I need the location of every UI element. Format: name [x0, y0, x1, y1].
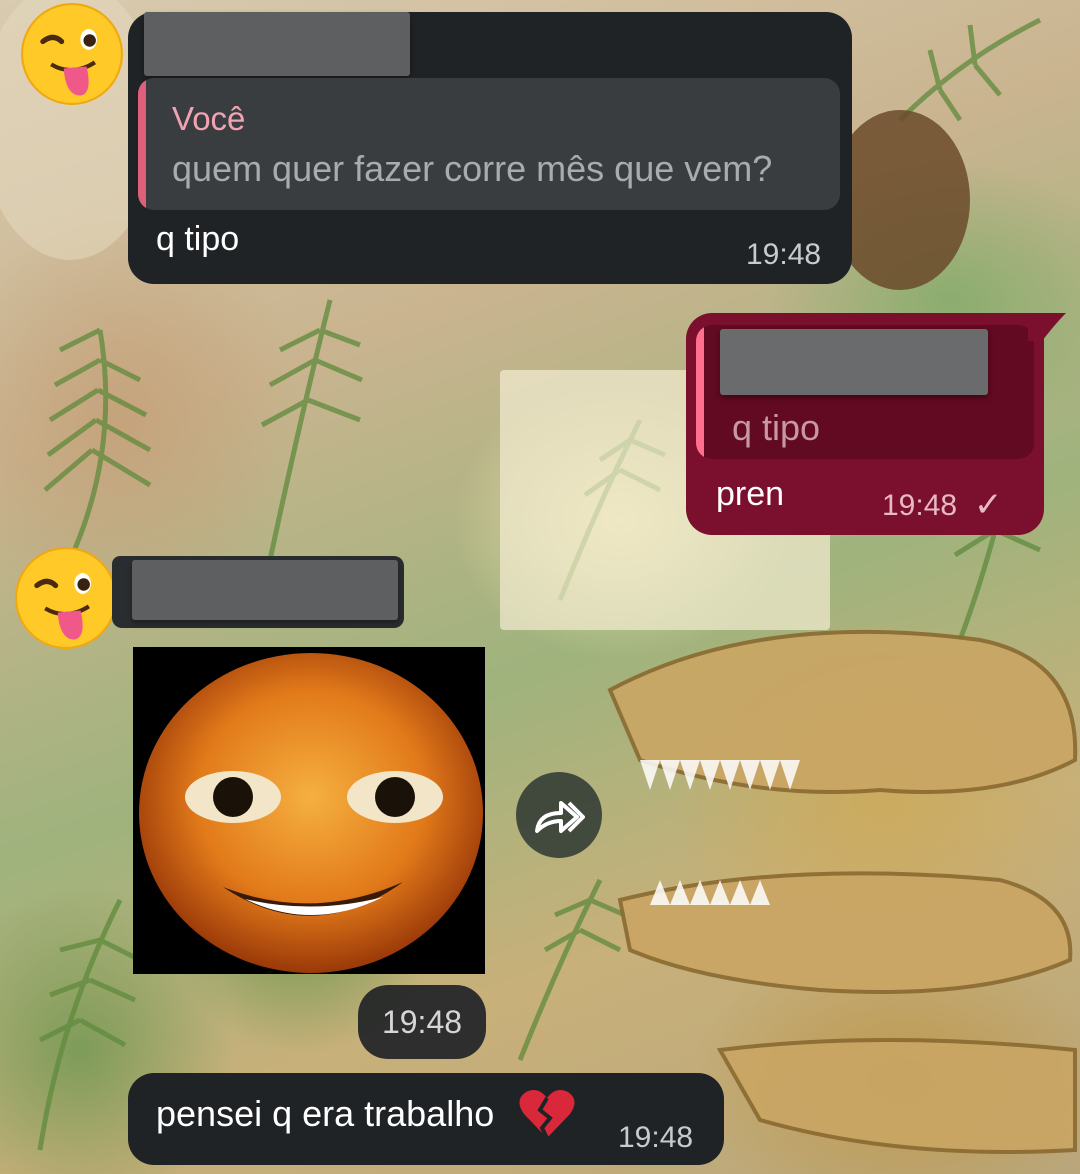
quoted-sender-name-redacted: [720, 329, 988, 395]
message-time: 19:48: [746, 238, 822, 271]
incoming-message-bubble[interactable]: Você quem quer fazer corre mês que vem? …: [128, 12, 852, 284]
contact-avatar[interactable]: [14, 546, 118, 650]
contact-avatar[interactable]: [20, 2, 124, 106]
message-time: 19:48: [882, 489, 958, 522]
reply-quote-bar: [696, 325, 704, 459]
reply-quote-bar: [138, 78, 146, 210]
read-check-icon: ✓: [974, 486, 1003, 524]
reply-quote-text: quem quer fazer corre mês que vem?: [172, 148, 773, 189]
image-message[interactable]: [133, 647, 485, 974]
sender-name-header: [112, 556, 404, 628]
sender-name-redacted: [144, 12, 410, 76]
reply-quote-author: Você: [172, 100, 246, 137]
message-text: q tipo: [156, 220, 240, 258]
image-time-badge: 19:48: [358, 985, 486, 1059]
incoming-message-bubble[interactable]: pensei q era trabalho 19:48: [128, 1073, 724, 1165]
reply-quote[interactable]: Você quem quer fazer corre mês que vem?: [138, 78, 840, 210]
outgoing-message-bubble[interactable]: q tipo pren 19:48 ✓: [686, 313, 1044, 535]
forward-button[interactable]: [516, 772, 602, 858]
sender-name-redacted: [132, 560, 398, 620]
reply-quote[interactable]: q tipo: [696, 325, 1034, 459]
message-time: 19:48: [618, 1121, 694, 1154]
winking-face-with-tongue-icon: [21, 3, 123, 105]
forward-arrow-icon: [535, 801, 585, 833]
broken-heart-icon: [519, 1090, 575, 1139]
winking-face-with-tongue-icon: [15, 547, 117, 649]
outgoing-bubble-tail: [1028, 313, 1066, 341]
smiling-orange-face-image: [133, 647, 485, 974]
reply-quote-text: q tipo: [732, 407, 821, 448]
message-text: pensei q era trabalho: [156, 1093, 495, 1134]
message-text: pren: [716, 475, 785, 513]
